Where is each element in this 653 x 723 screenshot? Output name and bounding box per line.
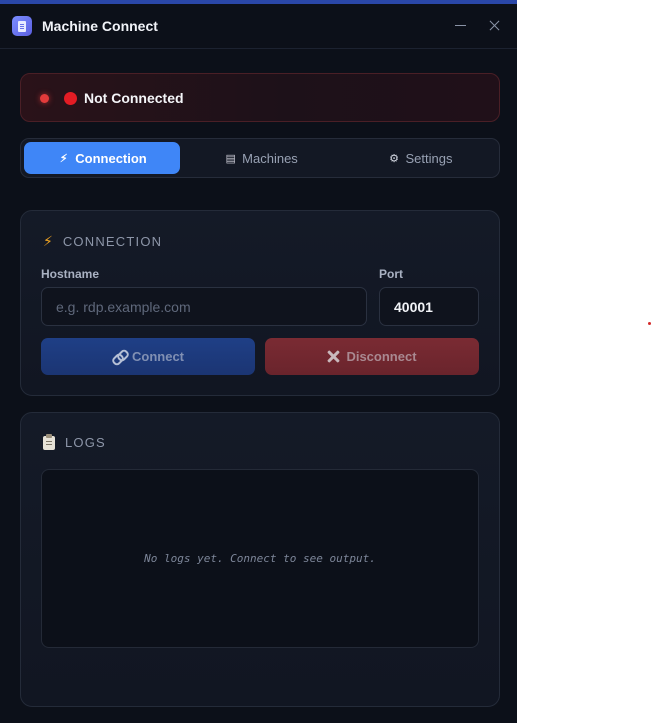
connection-card: ⚡︎ CONNECTION Hostname Port e.g. rdp.exa… — [20, 210, 500, 396]
title-bar: Machine Connect — [0, 4, 517, 49]
window-title: Machine Connect — [42, 18, 158, 34]
tab-connection[interactable]: ⚡︎ Connection — [24, 142, 180, 174]
log-output[interactable]: No logs yet. Connect to see output. — [41, 469, 479, 648]
connect-button-label: Connect — [132, 349, 184, 364]
floppy-icon: ▤ — [225, 152, 236, 165]
tab-settings[interactable]: ⚙ Settings — [342, 142, 498, 174]
app-icon — [12, 16, 32, 36]
connection-status-banner: Not Connected — [20, 73, 500, 122]
clipboard-icon — [43, 433, 55, 450]
red-circle-icon — [64, 92, 77, 105]
port-input[interactable]: 40001 — [379, 287, 479, 326]
disconnect-button-label: Disconnect — [346, 349, 417, 364]
tab-label: Connection — [75, 150, 147, 166]
tab-label: Machines — [242, 150, 298, 166]
app-window: Machine Connect Not Connected ⚡︎ Connect… — [0, 0, 517, 723]
connection-heading: CONNECTION — [62, 234, 163, 249]
logs-card: LOGS No logs yet. Connect to see output. — [20, 412, 500, 707]
bolt-icon: ⚡︎ — [59, 152, 68, 165]
hostname-label: Hostname — [41, 267, 100, 281]
logs-card-header: LOGS — [43, 433, 106, 450]
cursor-dot — [648, 322, 651, 325]
status-text: Not Connected — [84, 90, 184, 106]
tab-machines[interactable]: ▤ Machines — [183, 142, 339, 174]
tools-icon — [327, 350, 340, 363]
hostname-placeholder: e.g. rdp.example.com — [56, 298, 191, 315]
connect-button[interactable]: Connect — [41, 338, 255, 375]
gear-icon: ⚙ — [389, 152, 399, 165]
status-indicator-dot — [40, 94, 49, 103]
log-empty-message: No logs yet. Connect to see output. — [144, 552, 376, 565]
tab-label: Settings — [405, 150, 453, 166]
close-icon[interactable] — [485, 16, 503, 34]
port-label: Port — [379, 267, 403, 281]
hostname-input[interactable]: e.g. rdp.example.com — [41, 287, 367, 326]
minimize-icon[interactable] — [451, 16, 469, 34]
disconnect-button[interactable]: Disconnect — [265, 338, 479, 375]
logs-heading: LOGS — [65, 435, 106, 450]
bolt-icon: ⚡︎ — [43, 233, 53, 249]
link-icon — [112, 352, 126, 362]
tab-bar: ⚡︎ Connection ▤ Machines ⚙ Settings — [20, 138, 500, 178]
connection-card-header: ⚡︎ CONNECTION — [43, 233, 162, 250]
